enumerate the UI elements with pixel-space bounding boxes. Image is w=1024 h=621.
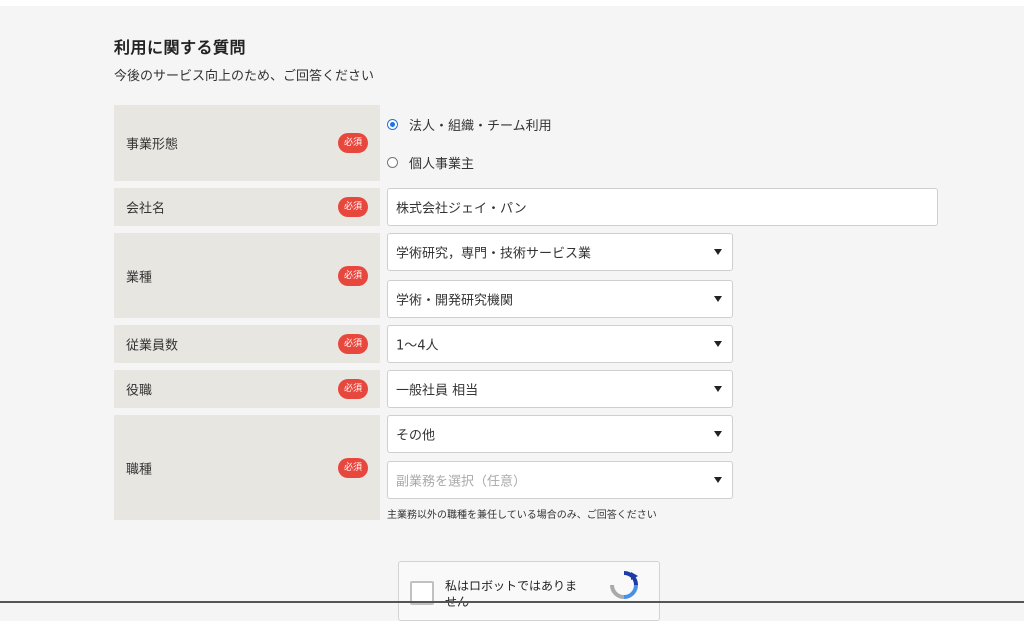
required-badge: 必須 [338,133,368,153]
recaptcha-widget: 私はロボットではありません [398,561,660,621]
company-name-value: 株式会社ジェイ・パン [396,201,527,217]
industry-label-cell: 業種 必須 [114,233,380,318]
section-subtitle: 今後のサービス向上のため、ご回答ください [114,69,375,84]
chevron-down-icon [714,431,722,437]
job-type-primary-value: その他 [396,428,436,444]
business-type-label: 事業形態 [126,137,179,153]
chevron-down-icon [714,249,722,255]
radio-unchecked-icon[interactable] [387,156,398,168]
recaptcha-label: 私はロボットではありません [445,579,578,609]
industry-primary-select[interactable]: 学術研究，専門・技術サービス業 [387,233,733,271]
job-type-secondary-placeholder: 副業務を選択（任意） [396,474,527,490]
radio-option-label: 個人事業主 [409,156,475,172]
company-name-label: 会社名 [126,201,166,217]
radio-checked-icon[interactable] [387,118,398,130]
job-type-primary-select[interactable]: その他 [387,415,733,453]
required-badge: 必須 [338,457,368,478]
position-label: 役職 [126,383,153,399]
position-select[interactable]: 一般社員 相当 [387,370,733,408]
industry-primary-value: 学術研究，専門・技術サービス業 [396,246,592,262]
employees-value: 1〜4人 [396,338,439,354]
chevron-down-icon [714,296,722,302]
radio-option-sole-proprietor[interactable]: 個人事業主 [387,151,474,173]
industry-secondary-select[interactable]: 学術・開発研究機関 [387,280,733,318]
section-title: 利用に関する質問 [114,38,247,57]
required-badge: 必須 [338,265,368,286]
company-name-input[interactable]: 株式会社ジェイ・パン [387,188,938,226]
job-type-label: 職種 [126,462,153,477]
position-value: 一般社員 相当 [396,383,479,399]
job-type-label-cell: 職種 必須 [114,415,380,520]
required-badge: 必須 [338,334,368,354]
recaptcha-logo-icon [610,571,638,599]
employees-select[interactable]: 1〜4人 [387,325,733,363]
chevron-down-icon [714,477,722,483]
top-bar [0,0,1024,6]
job-type-hint: 主業務以外の職種を兼任している場合のみ、ご回答ください [387,510,657,521]
industry-label: 業種 [126,270,153,285]
employees-label: 従業員数 [126,338,179,354]
company-name-label-cell: 会社名 必須 [114,188,380,226]
business-type-label-cell: 事業形態 必須 [114,105,380,181]
radio-option-corporate[interactable]: 法人・組織・チーム利用 [387,113,552,135]
required-badge: 必須 [338,197,368,217]
position-label-cell: 役職 必須 [114,370,380,408]
job-type-secondary-select[interactable]: 副業務を選択（任意） [387,461,733,499]
chevron-down-icon [714,386,722,392]
required-badge: 必須 [338,379,368,399]
employees-label-cell: 従業員数 必須 [114,325,380,363]
radio-option-label: 法人・組織・チーム利用 [409,118,552,134]
chevron-down-icon [714,341,722,347]
industry-secondary-value: 学術・開発研究機関 [396,293,514,309]
